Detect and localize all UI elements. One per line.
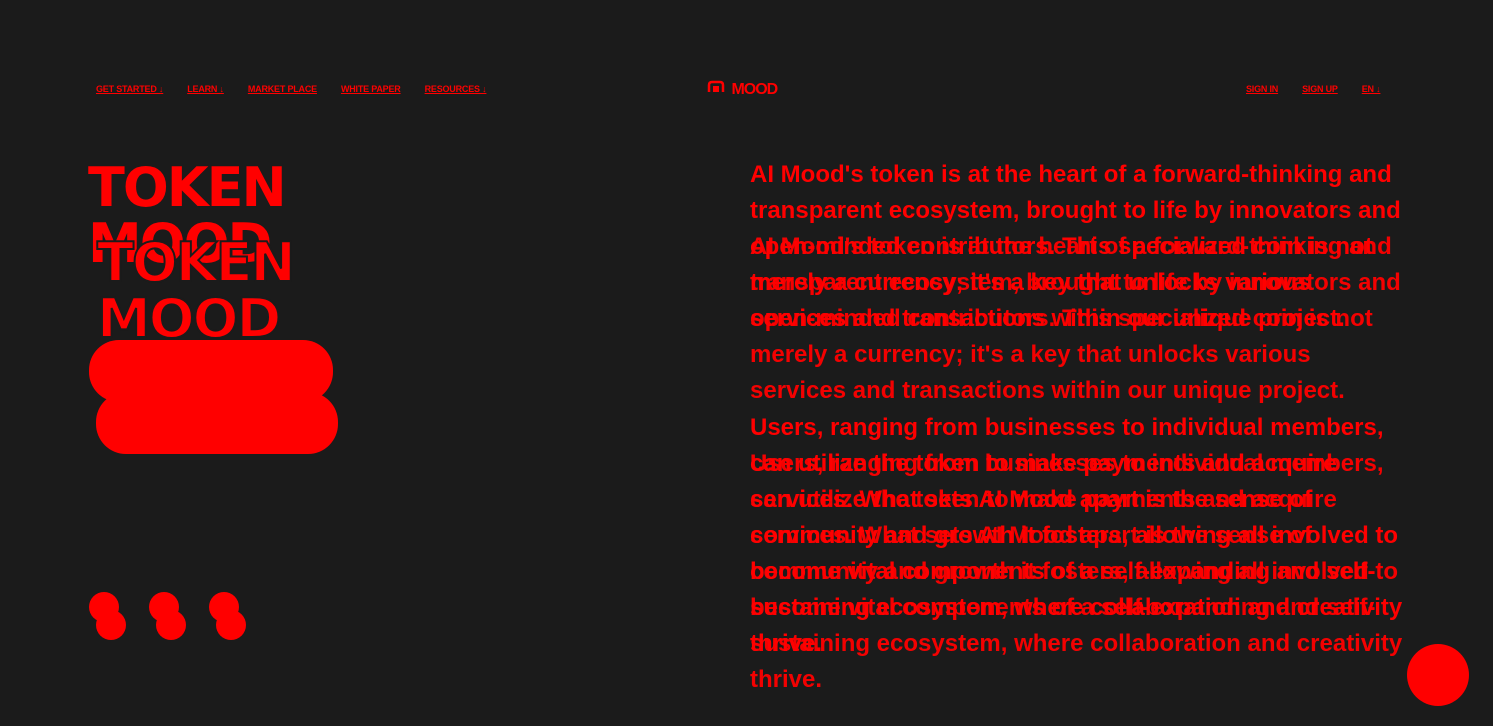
- social-icon-3-ghost: [216, 610, 246, 640]
- hero-title-ghost-line-2: MOOD: [96, 287, 282, 350]
- usage-paragraph-ghost: Users, ranging from businesses to indivi…: [750, 450, 1403, 693]
- site-logo[interactable]: MOOD: [707, 80, 787, 100]
- logo-icon: [707, 80, 725, 99]
- nav-resources[interactable]: RESOURCES ↓: [425, 84, 487, 94]
- hero-title-ghost: TOKEN MOOD: [96, 231, 297, 350]
- nav-learn[interactable]: LEARN ↓: [187, 84, 224, 94]
- sign-up-link[interactable]: SIGN UP: [1302, 84, 1338, 94]
- nav-get-started[interactable]: GET STARTED ↓: [96, 84, 163, 94]
- nav-white-paper[interactable]: WHITE PAPER: [341, 84, 401, 94]
- language-selector[interactable]: EN ↓: [1362, 84, 1381, 94]
- social-icon-2-ghost: [156, 610, 186, 640]
- social-icon-1-ghost: [96, 610, 126, 640]
- logo-text: MOOD: [731, 81, 778, 98]
- account-nav: SIGN IN SIGN UP EN ↓: [1246, 84, 1404, 94]
- hero-title-ghost-line-1: TOKEN: [96, 231, 297, 294]
- hero-cta-button-ghost: [96, 392, 338, 454]
- sign-in-link[interactable]: SIGN IN: [1246, 84, 1278, 94]
- social-links: [89, 592, 289, 642]
- nav-market-place[interactable]: MARKET PLACE: [248, 84, 317, 94]
- intro-paragraph-ghost: AI Mood's token is at the heart of a for…: [750, 233, 1401, 404]
- hero-title-line-1: TOKEN: [88, 156, 287, 219]
- chat-fab-button[interactable]: [1407, 644, 1469, 706]
- primary-nav: GET STARTED ↓ LEARN ↓ MARKET PLACE WHITE…: [96, 84, 510, 94]
